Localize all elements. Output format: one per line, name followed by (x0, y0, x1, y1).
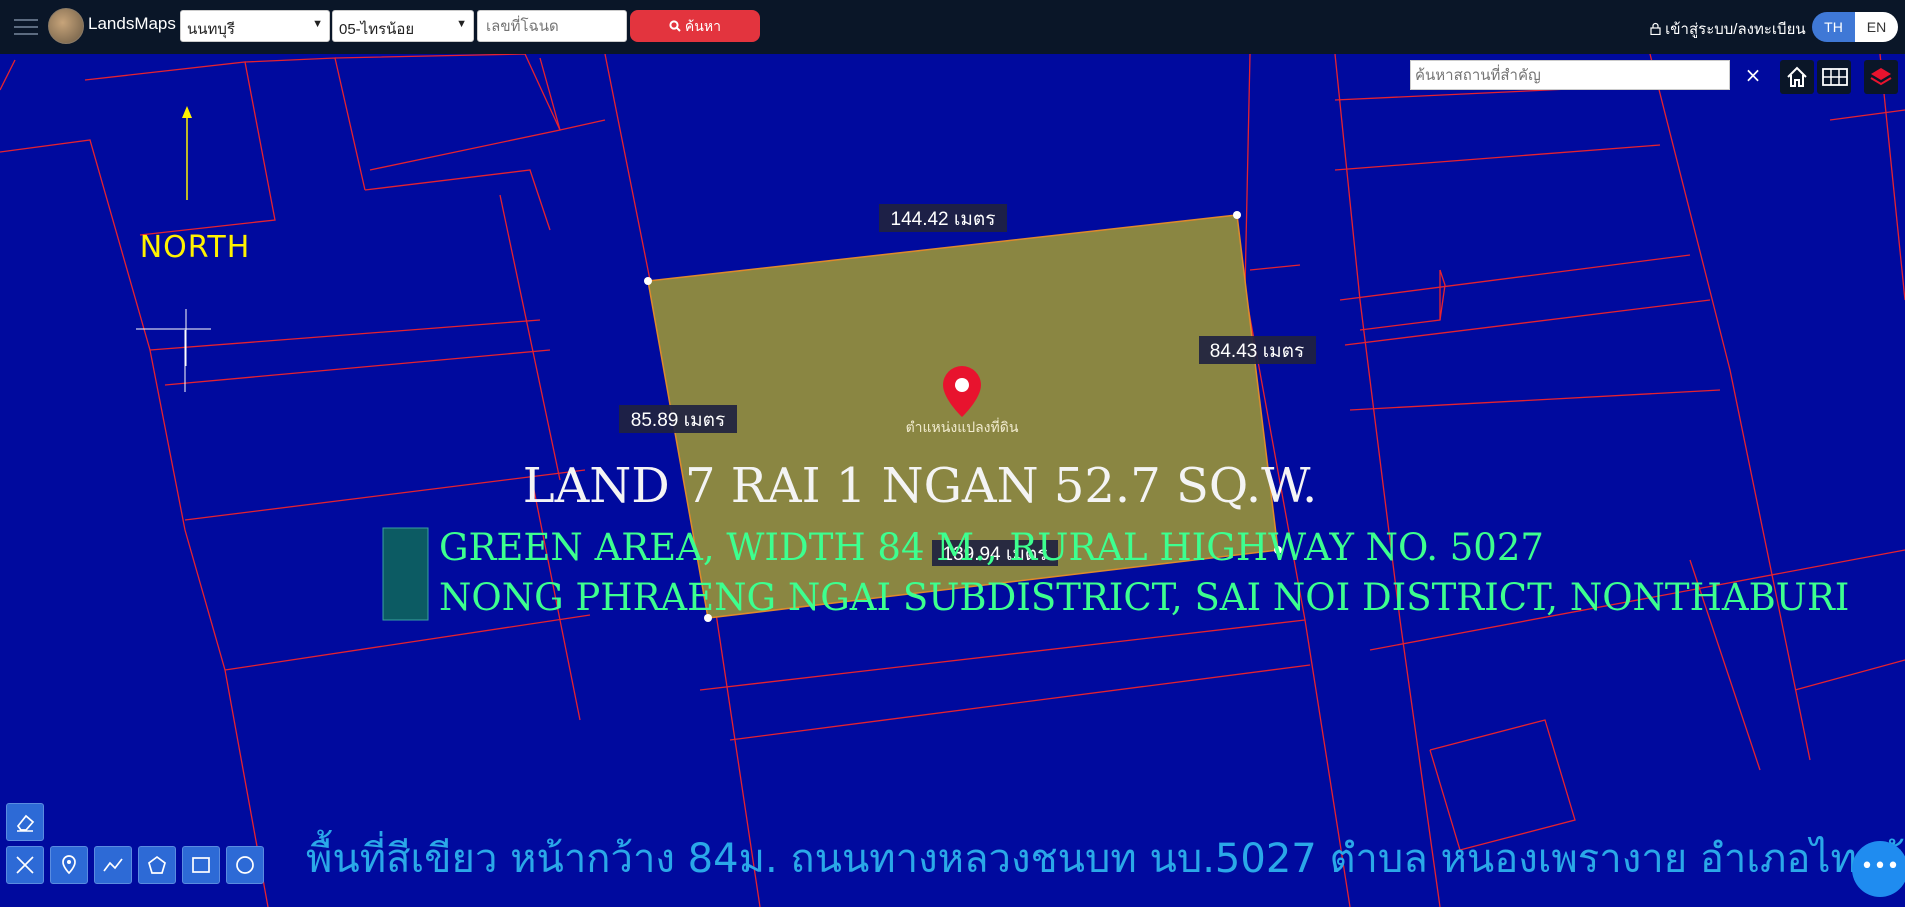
lang-th-button[interactable]: TH (1812, 12, 1855, 42)
lock-icon (1650, 22, 1661, 36)
measure-tool-button[interactable] (6, 846, 44, 884)
landsmaps-logo[interactable] (48, 8, 84, 44)
layers-button[interactable] (1864, 60, 1898, 94)
north-label: NORTH (140, 230, 251, 265)
login-label: เข้าสู่ระบบ/ลงทะเบียน (1665, 21, 1806, 38)
layers-icon (1870, 68, 1892, 86)
chevron-down-icon: ▼ (312, 18, 323, 30)
grid-button[interactable] (1817, 60, 1851, 94)
rectangle-tool-button[interactable] (182, 846, 220, 884)
home-button[interactable] (1780, 60, 1814, 94)
circle-tool-button[interactable] (226, 846, 264, 884)
rectangle-icon (192, 857, 210, 873)
close-icon[interactable]: × (1740, 62, 1766, 88)
grid-icon (1822, 68, 1848, 86)
overlay-location: NONG PHRAENG NGAI SUBDISTRICT, SAI NOI D… (439, 576, 1849, 619)
place-search-input[interactable] (1410, 60, 1730, 90)
eraser-icon (16, 814, 35, 832)
chevron-down-icon: ▼ (456, 18, 467, 30)
polygon-icon (148, 855, 166, 874)
overlay-land-size: LAND 7 RAI 1 NGAN 52.7 SQ.W. (523, 458, 1318, 514)
polyline-icon (103, 858, 123, 872)
plot-vertex[interactable] (1233, 211, 1241, 219)
polyline-tool-button[interactable] (94, 846, 132, 884)
measurement-left: 85.89 เมตร (619, 405, 737, 433)
menu-icon[interactable] (14, 14, 38, 38)
svg-text:85.89 เมตร: 85.89 เมตร (631, 410, 725, 431)
measurement-top: 144.42 เมตร (879, 204, 1007, 232)
overlay-green-area: GREEN AREA, WIDTH 84 M., RURAL HIGHWAY N… (439, 526, 1544, 569)
brand-name: LandsMaps (88, 14, 176, 33)
overlay-thai-description: พื้นที่สีเขียว หน้ากว้าง 84ม. ถนนทางหลวง… (306, 829, 1905, 883)
province-select-value: นนทบุรี (187, 21, 235, 38)
search-button[interactable]: ค้นหา (630, 10, 760, 42)
polygon-tool-button[interactable] (138, 846, 176, 884)
svg-text:144.42 เมตร: 144.42 เมตร (891, 209, 996, 230)
top-bar: LandsMaps นนทบุรี ▼ 05-ไทรน้อย ▼ ค้นหา เ… (0, 0, 1905, 54)
ruler-pencil-icon (16, 856, 34, 874)
marker-tool-button[interactable] (50, 846, 88, 884)
login-link[interactable]: เข้าสู่ระบบ/ลงทะเบียน (1650, 17, 1806, 41)
map-marker-icon (62, 855, 76, 875)
circle-icon (236, 856, 254, 874)
lang-en-button[interactable]: EN (1855, 12, 1898, 42)
district-select[interactable]: 05-ไทรน้อย ▼ (332, 10, 474, 42)
search-icon (669, 20, 681, 32)
eraser-tool-button[interactable] (6, 803, 44, 841)
home-icon (1787, 66, 1807, 87)
district-select-value: 05-ไทรน้อย (339, 21, 415, 38)
search-button-label: ค้นหา (684, 18, 721, 34)
svg-text:84.43 เมตร: 84.43 เมตร (1210, 341, 1304, 362)
more-options-button[interactable]: ••• (1852, 841, 1905, 897)
plot-vertex[interactable] (644, 277, 652, 285)
measurement-right: 84.43 เมตร (1199, 336, 1316, 364)
deed-number-input[interactable] (477, 10, 627, 42)
map-canvas[interactable]: 144.42 เมตร 84.43 เมตร 85.89 เมตร 139.94… (0, 54, 1905, 907)
province-select[interactable]: นนทบุรี ▼ (180, 10, 330, 42)
overlay-color-swatch (382, 527, 429, 621)
pin-label: ตำแหน่งแปลงที่ดิน (906, 418, 1019, 435)
